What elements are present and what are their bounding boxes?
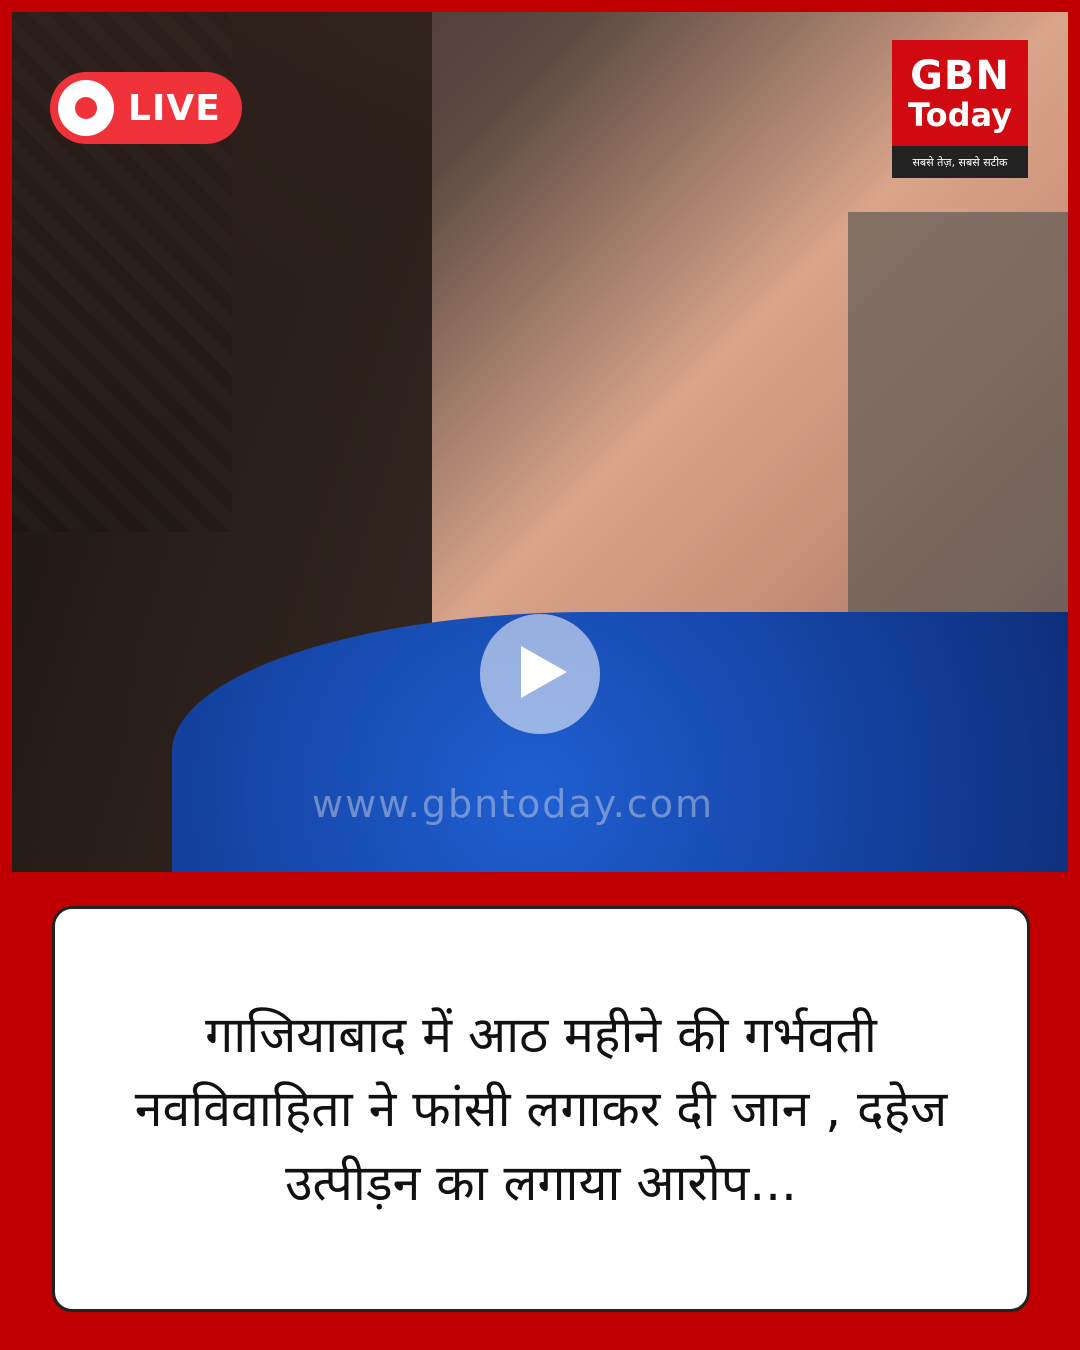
headline-card: गाजियाबाद में आठ महीने की गर्भवती नवविवा… xyxy=(52,906,1030,1312)
play-icon xyxy=(513,646,567,702)
logo-line1: GBN xyxy=(910,53,1010,99)
logo-line2: Today xyxy=(908,96,1012,134)
logo-tagline: सबसे तेज़, सबसे सटीक xyxy=(892,146,1028,178)
watermark-text: www.gbntoday.com xyxy=(312,782,715,826)
live-dot-icon xyxy=(58,80,114,136)
headline-text: गाजियाबाद में आठ महीने की गर्भवती नवविवा… xyxy=(134,1006,948,1212)
live-label: LIVE xyxy=(128,87,221,129)
play-button[interactable] xyxy=(480,614,600,734)
gbn-today-logo: GBN Today सबसे तेज़, सबसे सटीक xyxy=(892,40,1028,178)
post-frame: www.gbntoday.com LIVE GBN Today सबसे तेज… xyxy=(0,0,1080,1350)
live-badge[interactable]: LIVE xyxy=(50,72,242,144)
shirt-region xyxy=(172,612,1068,872)
